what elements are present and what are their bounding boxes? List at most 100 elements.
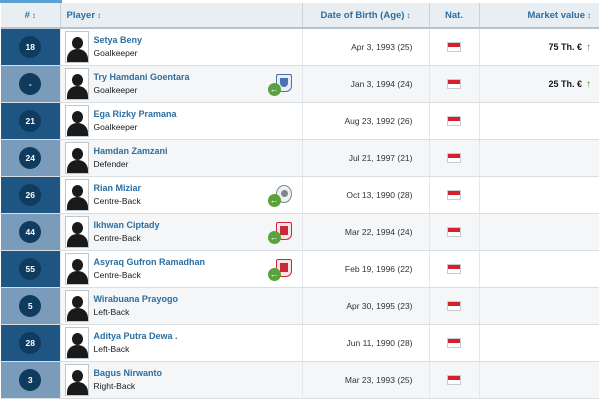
trend-up-icon: ↑ — [586, 41, 591, 53]
shirt-number-badge: 21 — [19, 110, 42, 132]
market-value-cell: 75 Th. € ↑ — [479, 28, 599, 66]
nationality-cell — [429, 287, 480, 325]
shirt-number-badge: 26 — [19, 184, 42, 206]
player-avatar[interactable] — [64, 105, 89, 137]
player-text: Try Hamdani Goentara Goalkeeper — [94, 71, 190, 97]
table-header-row: # ↕ Player ↕ Date of Birth (Age) ↕ Nat. Mar… — [1, 3, 599, 29]
shirt-number-badge: 3 — [19, 369, 42, 391]
indonesia-flag-icon[interactable] — [447, 264, 461, 275]
indonesia-flag-icon[interactable] — [447, 190, 461, 201]
indonesia-flag-icon[interactable] — [447, 42, 461, 53]
player-avatar[interactable] — [64, 68, 89, 100]
player-name-link[interactable]: Rian Miziar — [94, 182, 142, 195]
joined-arrow-icon: ← — [267, 83, 281, 96]
player-cell: Ikhwan Ciptady Centre-Back ← — [60, 213, 303, 251]
trend-up-icon: ↑ — [586, 78, 591, 90]
transfer-info[interactable]: ← — [267, 74, 292, 96]
player-avatar[interactable] — [64, 253, 89, 285]
player-info: Wirabuana Prayogo Left-Back — [64, 288, 302, 324]
player-avatar[interactable] — [64, 179, 89, 211]
nationality-cell — [429, 139, 480, 177]
column-header-player[interactable]: Player ↕ — [60, 3, 303, 29]
player-position: Centre-Back — [93, 196, 141, 206]
indonesia-flag-icon[interactable] — [447, 79, 461, 90]
player-avatar[interactable] — [64, 142, 89, 174]
player-info: Hamdan Zamzani Defender — [64, 140, 302, 176]
market-value-link[interactable]: 25 Th. € — [548, 79, 582, 89]
player-info: Rian Miziar Centre-Back ← — [64, 177, 302, 213]
table-row: 55 Asyraq Gufron Ramadhan Centre-Back ← … — [1, 250, 599, 288]
indonesia-flag-icon[interactable] — [447, 375, 461, 386]
player-cell: Hamdan Zamzani Defender — [60, 139, 303, 177]
player-position: Goalkeeper — [93, 122, 138, 132]
nationality-cell — [429, 176, 480, 214]
player-text: Hamdan Zamzani Defender — [94, 145, 168, 171]
indonesia-flag-icon[interactable] — [447, 338, 461, 349]
player-avatar[interactable] — [64, 364, 89, 396]
player-avatar[interactable] — [64, 31, 89, 63]
sort-icon[interactable]: ↕ — [97, 11, 101, 20]
table-row: 3 Bagus Nirwanto Right-Back Mar 23, 1993… — [1, 361, 599, 399]
transfer-info[interactable]: ← — [267, 185, 292, 207]
player-cell: Try Hamdani Goentara Goalkeeper ← — [60, 65, 303, 103]
player-cell: Wirabuana Prayogo Left-Back — [60, 287, 303, 325]
column-header-number[interactable]: # ↕ — [1, 3, 61, 29]
column-header-market-value[interactable]: Market value ↕ — [479, 3, 599, 29]
nationality-cell — [429, 102, 480, 140]
player-avatar[interactable] — [64, 290, 89, 322]
indonesia-flag-icon[interactable] — [447, 116, 461, 127]
player-position: Centre-Back — [93, 233, 141, 243]
shirt-number-cell: 24 — [1, 139, 61, 177]
player-name-link[interactable]: Try Hamdani Goentara — [94, 71, 190, 84]
indonesia-flag-icon[interactable] — [447, 301, 461, 312]
date-of-birth-cell: Jun 11, 1990 (28) — [302, 324, 430, 362]
table-row: 5 Wirabuana Prayogo Left-Back Apr 30, 19… — [1, 287, 599, 325]
shirt-number-badge: - — [19, 73, 42, 95]
player-name-link[interactable]: Setya Beny — [94, 34, 143, 47]
player-name-link[interactable]: Wirabuana Prayogo — [94, 293, 178, 306]
nationality-cell — [429, 213, 480, 251]
player-name-link[interactable]: Asyraq Gufron Ramadhan — [94, 256, 206, 269]
player-position: Defender — [93, 159, 129, 169]
nationality-cell — [429, 250, 480, 288]
transfer-info[interactable]: ← — [267, 222, 292, 244]
sort-icon[interactable]: ↕ — [32, 11, 36, 20]
shirt-number-cell: 55 — [1, 250, 61, 288]
indonesia-flag-icon[interactable] — [447, 227, 461, 238]
player-position: Goalkeeper — [93, 85, 138, 95]
market-value-cell — [479, 361, 599, 399]
sort-icon[interactable]: ↕ — [406, 11, 410, 20]
player-text: Rian Miziar Centre-Back — [94, 182, 142, 208]
player-info: Ega Rizky Pramana Goalkeeper — [64, 103, 302, 139]
shirt-number-cell: 28 — [1, 324, 61, 362]
sort-icon[interactable]: ↕ — [587, 11, 591, 20]
player-avatar[interactable] — [64, 216, 89, 248]
market-value-link[interactable]: 75 Th. € — [548, 42, 582, 52]
column-header-player-label: Player — [66, 9, 96, 21]
table-row: 28 Aditya Putra Dewa . Left-Back Jun 11,… — [1, 324, 599, 362]
nationality-cell — [429, 324, 480, 362]
player-name-link[interactable]: Ega Rizky Pramana — [94, 108, 177, 121]
player-name-link[interactable]: Hamdan Zamzani — [94, 145, 168, 158]
player-name-link[interactable]: Bagus Nirwanto — [94, 367, 163, 380]
player-name-link[interactable]: Ikhwan Ciptady — [94, 219, 160, 232]
table-row: 24 Hamdan Zamzani Defender Jul 21, 1997 … — [1, 139, 599, 177]
player-text: Setya Beny Goalkeeper — [94, 34, 143, 60]
player-avatar[interactable] — [64, 327, 89, 359]
player-info: Aditya Putra Dewa . Left-Back — [64, 325, 302, 361]
indonesia-flag-icon[interactable] — [447, 153, 461, 164]
player-text: Aditya Putra Dewa . Left-Back — [94, 330, 178, 356]
shirt-number-cell: 21 — [1, 102, 61, 140]
player-position: Centre-Back — [93, 270, 141, 280]
table-row: 44 Ikhwan Ciptady Centre-Back ← Mar 22, … — [1, 213, 599, 251]
player-name-link[interactable]: Aditya Putra Dewa . — [94, 330, 178, 343]
column-header-dob[interactable]: Date of Birth (Age) ↕ — [302, 3, 430, 29]
shirt-number-badge: 24 — [19, 147, 42, 169]
column-header-nationality-label: Nat. — [445, 9, 463, 21]
transfer-info[interactable]: ← — [267, 259, 292, 281]
column-header-nationality: Nat. — [429, 3, 480, 29]
squad-table: # ↕ Player ↕ Date of Birth (Age) ↕ Nat. Mar… — [1, 3, 599, 399]
market-value-cell — [479, 250, 599, 288]
player-info: Try Hamdani Goentara Goalkeeper ← — [64, 66, 302, 102]
shirt-number-cell: 18 — [1, 28, 61, 66]
